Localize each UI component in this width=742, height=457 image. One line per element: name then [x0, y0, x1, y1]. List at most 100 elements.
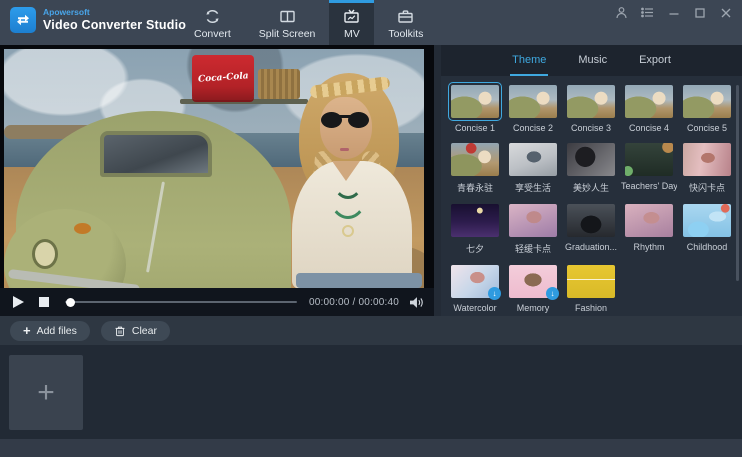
plus-icon: + — [37, 375, 55, 409]
car-windshield — [100, 131, 212, 177]
theme-item[interactable]: 快闪卡点 — [683, 143, 731, 194]
theme-item[interactable]: Concise 5 — [683, 85, 731, 133]
theme-label: Fashion — [574, 303, 608, 313]
volume-icon[interactable] — [409, 296, 424, 309]
seek-bar[interactable] — [65, 297, 297, 307]
theme-item[interactable]: 美妙人生 — [567, 143, 615, 194]
theme-label: Graduation... — [564, 242, 618, 252]
tab-split-screen-label: Split Screen — [258, 28, 316, 40]
theme-item[interactable]: 七夕 — [451, 204, 499, 255]
theme-label: Rhythm — [633, 242, 665, 252]
theme-thumbnail[interactable] — [683, 204, 731, 237]
time-display: 00:00:00 / 00:00:40 — [309, 296, 399, 308]
mv-icon — [343, 8, 360, 25]
theme-item[interactable]: Childhood — [683, 204, 731, 255]
theme-item[interactable]: ↓ Watercolor — [451, 265, 501, 313]
theme-label: 享受生活 — [514, 183, 551, 193]
necklace — [328, 167, 368, 219]
maximize-button[interactable] — [693, 6, 706, 19]
play-button[interactable] — [13, 296, 24, 308]
theme-thumbnail[interactable] — [683, 143, 731, 176]
car-blinker — [74, 223, 91, 234]
panel-tabs: Theme Music Export — [441, 45, 742, 76]
theme-label: 轻缓卡点 — [514, 244, 551, 254]
theme-label: 快闪卡点 — [688, 183, 725, 193]
theme-item[interactable]: 轻缓卡点 — [509, 204, 557, 255]
theme-thumbnail[interactable] — [567, 85, 615, 118]
status-bar — [0, 439, 742, 457]
add-files-button[interactable]: + Add files — [10, 320, 90, 341]
theme-thumbnail[interactable] — [509, 204, 557, 237]
theme-thumbnail[interactable] — [625, 85, 673, 118]
theme-thumbnail[interactable] — [567, 204, 615, 237]
stop-button[interactable] — [39, 297, 49, 307]
theme-label: Concise 4 — [628, 123, 670, 133]
tab-export[interactable]: Export — [637, 45, 673, 76]
plus-icon: + — [23, 323, 31, 338]
player-panel: Coca-Cola 00:00:00 / 00:00:40 — [0, 45, 434, 316]
clear-button[interactable]: Clear — [100, 320, 170, 341]
convert-icon — [204, 8, 221, 25]
theme-label: Concise 5 — [686, 123, 728, 133]
theme-item[interactable]: Concise 1 — [448, 82, 502, 133]
tab-mv[interactable]: MV — [329, 0, 375, 45]
theme-thumbnail[interactable] — [567, 265, 615, 298]
cooler-logo-text: Coca-Cola — [197, 70, 249, 85]
menu-icon[interactable] — [641, 6, 654, 19]
theme-item[interactable]: Rhythm — [625, 204, 673, 255]
tab-convert[interactable]: Convert — [180, 0, 245, 45]
tab-toolkits[interactable]: Toolkits — [374, 0, 437, 45]
theme-thumbnail[interactable] — [625, 143, 673, 176]
seek-handle[interactable] — [66, 297, 75, 307]
panel-scrollbar[interactable] — [736, 85, 739, 281]
add-file-tile[interactable]: + — [9, 355, 83, 430]
file-list-area: + — [0, 345, 742, 439]
tab-theme[interactable]: Theme — [510, 45, 549, 76]
theme-item[interactable]: Concise 2 — [509, 85, 557, 133]
theme-thumbnail[interactable] — [509, 143, 557, 176]
minimize-button[interactable] — [667, 6, 680, 19]
theme-item[interactable]: 青春永驻 — [451, 143, 499, 194]
theme-item[interactable]: Teachers' Day — [621, 143, 677, 194]
theme-item[interactable]: 享受生活 — [509, 143, 557, 194]
theme-label: 青春永驻 — [456, 183, 493, 193]
tab-music[interactable]: Music — [576, 45, 609, 76]
theme-item[interactable]: Concise 4 — [625, 85, 673, 133]
theme-thumbnail[interactable] — [509, 85, 557, 118]
theme-grid: Concise 1 Concise 2 Concise 3 Concise 4 Conc… — [441, 76, 742, 313]
app-title: Video Converter Studio — [43, 17, 187, 32]
theme-label: Concise 1 — [454, 123, 496, 133]
toolkits-icon — [397, 8, 414, 25]
theme-thumbnail[interactable] — [451, 204, 499, 237]
theme-label: Childhood — [686, 242, 728, 252]
main-tabs: Convert Split Screen MV Toolkits — [180, 0, 437, 45]
car-headlight — [32, 239, 58, 269]
theme-thumbnail[interactable] — [451, 143, 499, 176]
theme-item[interactable]: Fashion — [567, 265, 615, 313]
theme-thumbnail[interactable] — [683, 85, 731, 118]
theme-label: Teachers' Day — [621, 181, 677, 191]
app-logo-icon — [10, 7, 36, 33]
video-preview[interactable]: Coca-Cola — [0, 45, 434, 288]
close-button[interactable] — [719, 6, 732, 19]
roof-basket — [258, 69, 300, 99]
theme-item[interactable]: Concise 3 — [567, 85, 615, 133]
download-badge-icon: ↓ — [488, 287, 501, 300]
theme-label: 美妙人生 — [572, 183, 609, 193]
theme-thumbnail[interactable]: ↓ — [509, 265, 559, 300]
theme-thumbnail[interactable] — [625, 204, 673, 237]
theme-thumbnail[interactable] — [567, 143, 615, 176]
theme-label: Watercolor — [453, 303, 497, 313]
lips — [340, 148, 349, 151]
jeans — [296, 273, 422, 288]
trash-icon — [114, 324, 126, 337]
file-toolbar: + Add files Clear — [0, 316, 742, 345]
theme-thumbnail[interactable] — [448, 82, 502, 121]
theme-thumbnail[interactable]: ↓ — [451, 265, 501, 300]
tab-split-screen[interactable]: Split Screen — [245, 0, 330, 45]
playback-controls: 00:00:00 / 00:00:40 — [0, 288, 434, 316]
theme-item[interactable]: ↓ Memory — [509, 265, 559, 313]
user-icon[interactable] — [615, 6, 628, 19]
theme-item[interactable]: Graduation... — [565, 204, 617, 255]
tab-convert-label: Convert — [194, 28, 231, 40]
